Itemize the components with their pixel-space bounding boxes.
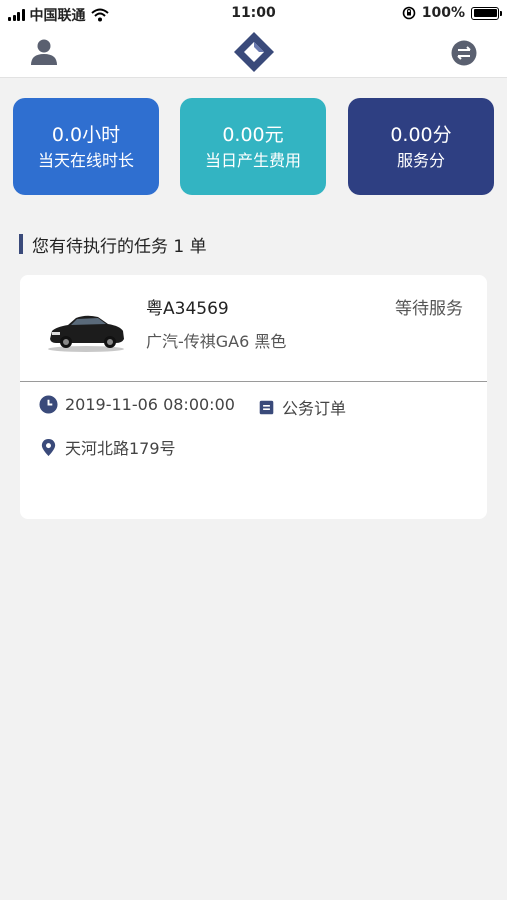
battery-label: 100% <box>421 5 465 21</box>
car-model: 广汽-传祺GA6 黑色 <box>146 332 287 351</box>
task-status: 等待服务 <box>395 299 463 319</box>
stat-label: 服务分 <box>396 151 445 170</box>
status-bar: 中国联通 11:00 100% <box>0 0 507 28</box>
stat-label: 当日产生费用 <box>204 151 301 170</box>
status-right: 100% <box>402 5 502 21</box>
car-image <box>48 315 124 352</box>
order-type: 公务订单 <box>282 399 347 418</box>
address: 天河北路179号 <box>65 439 176 458</box>
location-pin-icon <box>41 438 56 456</box>
task-card[interactable]: 粤A34569 等待服务 广汽-传祺GA6 黑色 2019-11-06 08:0… <box>20 275 487 519</box>
stat-service-score[interactable]: 0.00分 服务分 <box>348 98 494 195</box>
divider <box>20 381 487 382</box>
section-title: 您有待执行的任务 1 单 <box>19 233 207 257</box>
nav-bar <box>0 28 507 78</box>
swap-icon[interactable] <box>451 40 477 66</box>
stat-value: 0.00元 <box>222 124 284 146</box>
address-row: 天河北路179号 <box>39 435 176 459</box>
section-title-text: 您有待执行的任务 1 单 <box>32 236 207 257</box>
diamond-logo-icon <box>234 32 274 72</box>
stat-value: 0.0小时 <box>51 124 121 146</box>
battery-icon <box>471 6 502 20</box>
clock-icon <box>39 395 58 414</box>
section-accent-bar <box>19 234 23 254</box>
stat-value: 0.00分 <box>390 124 452 146</box>
user-icon[interactable] <box>28 36 60 68</box>
plate-number: 粤A34569 <box>146 299 229 319</box>
stat-label: 当天在线时长 <box>37 151 134 170</box>
rotation-lock-icon <box>402 6 416 20</box>
stats-panel: 0.0小时 当天在线时长 0.00元 当日产生费用 0.00分 服务分 <box>13 98 494 195</box>
task-time: 2019-11-06 08:00:00 <box>65 395 235 414</box>
document-icon <box>259 400 274 414</box>
stat-daily-fee[interactable]: 0.00元 当日产生费用 <box>180 98 326 195</box>
order-type-row: 公务订单 <box>258 395 346 419</box>
task-time-row: 2019-11-06 08:00:00 <box>39 395 235 414</box>
stat-online-hours[interactable]: 0.0小时 当天在线时长 <box>13 98 159 195</box>
